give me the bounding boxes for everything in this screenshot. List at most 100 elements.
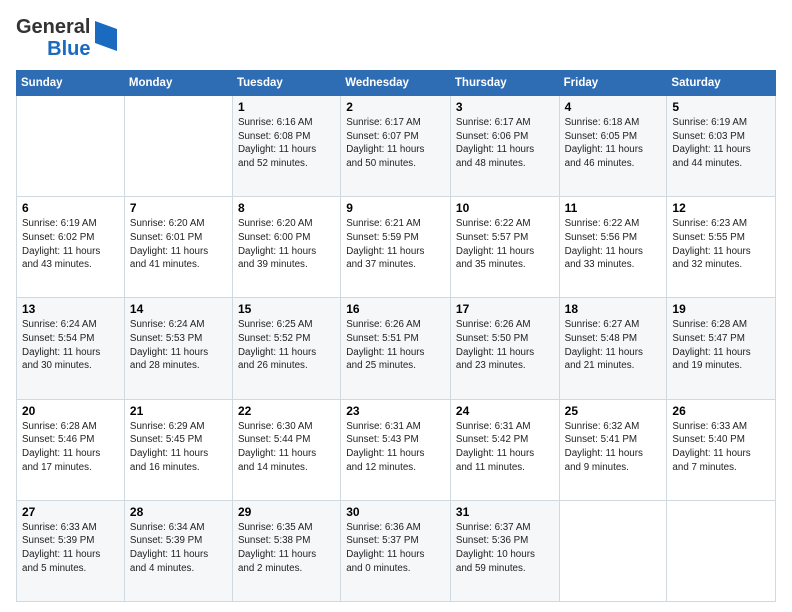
calendar-cell: 31 Sunrise: 6:37 AM Sunset: 5:36 PM Dayli… <box>450 500 559 601</box>
day-info: Sunrise: 6:17 AM Sunset: 6:07 PM Dayligh… <box>346 116 445 171</box>
day-info: Sunrise: 6:16 AM Sunset: 6:08 PM Dayligh… <box>238 116 335 171</box>
day-info: Sunrise: 6:24 AM Sunset: 5:53 PM Dayligh… <box>130 318 227 373</box>
calendar-cell: 7 Sunrise: 6:20 AM Sunset: 6:01 PM Daylig… <box>124 197 232 298</box>
calendar-cell: 30 Sunrise: 6:36 AM Sunset: 5:37 PM Dayli… <box>341 500 451 601</box>
day-info: Sunrise: 6:27 AM Sunset: 5:48 PM Dayligh… <box>565 318 662 373</box>
day-number: 24 <box>456 404 554 418</box>
logo: General Blue <box>16 16 117 60</box>
calendar-cell: 2 Sunrise: 6:17 AM Sunset: 6:07 PM Daylig… <box>341 96 451 197</box>
calendar-cell: 3 Sunrise: 6:17 AM Sunset: 6:06 PM Daylig… <box>450 96 559 197</box>
day-number: 2 <box>346 100 445 114</box>
calendar-table: SundayMondayTuesdayWednesdayThursdayFrid… <box>16 70 776 602</box>
day-number: 22 <box>238 404 335 418</box>
day-header-tuesday: Tuesday <box>232 71 340 96</box>
calendar-cell: 27Sunrise: 6:33 AM Sunset: 5:39 PM Dayli… <box>17 500 125 601</box>
day-info: Sunrise: 6:30 AM Sunset: 5:44 PM Dayligh… <box>238 420 335 475</box>
calendar-cell: 16 Sunrise: 6:26 AM Sunset: 5:51 PM Dayli… <box>341 298 451 399</box>
calendar-cell: 12 Sunrise: 6:23 AM Sunset: 5:55 PM Dayli… <box>667 197 776 298</box>
calendar-cell: 29 Sunrise: 6:35 AM Sunset: 5:38 PM Dayli… <box>232 500 340 601</box>
calendar-cell: 13Sunrise: 6:24 AM Sunset: 5:54 PM Dayli… <box>17 298 125 399</box>
day-number: 3 <box>456 100 554 114</box>
logo-blue: Blue <box>47 38 90 60</box>
day-number: 12 <box>672 201 770 215</box>
day-header-wednesday: Wednesday <box>341 71 451 96</box>
day-number: 16 <box>346 302 445 316</box>
logo-icon <box>95 21 117 56</box>
day-headers-row: SundayMondayTuesdayWednesdayThursdayFrid… <box>17 71 776 96</box>
week-row-4: 20 Sunrise: 6:28 AM Sunset: 5:46 PM Dayli… <box>17 399 776 500</box>
calendar-cell: 5Sunrise: 6:19 AM Sunset: 6:03 PM Daylig… <box>667 96 776 197</box>
calendar-cell <box>124 96 232 197</box>
week-row-2: 6 Sunrise: 6:19 AM Sunset: 6:02 PM Daylig… <box>17 197 776 298</box>
day-info: Sunrise: 6:36 AM Sunset: 5:37 PM Dayligh… <box>346 521 445 576</box>
calendar-cell <box>559 500 667 601</box>
calendar-cell: 23Sunrise: 6:31 AM Sunset: 5:43 PM Dayli… <box>341 399 451 500</box>
day-number: 10 <box>456 201 554 215</box>
day-info: Sunrise: 6:35 AM Sunset: 5:38 PM Dayligh… <box>238 521 335 576</box>
calendar-cell: 17 Sunrise: 6:26 AM Sunset: 5:50 PM Dayli… <box>450 298 559 399</box>
calendar-cell: 8 Sunrise: 6:20 AM Sunset: 6:00 PM Daylig… <box>232 197 340 298</box>
day-info: Sunrise: 6:20 AM Sunset: 6:01 PM Dayligh… <box>130 217 227 272</box>
day-header-monday: Monday <box>124 71 232 96</box>
day-info: Sunrise: 6:17 AM Sunset: 6:06 PM Dayligh… <box>456 116 554 171</box>
calendar-page: General Blue SundayMondayTuesdayWednesda… <box>0 0 792 612</box>
day-number: 29 <box>238 505 335 519</box>
week-row-5: 27Sunrise: 6:33 AM Sunset: 5:39 PM Dayli… <box>17 500 776 601</box>
calendar-cell: 15 Sunrise: 6:25 AM Sunset: 5:52 PM Dayli… <box>232 298 340 399</box>
day-number: 6 <box>22 201 119 215</box>
day-number: 31 <box>456 505 554 519</box>
day-info: Sunrise: 6:26 AM Sunset: 5:50 PM Dayligh… <box>456 318 554 373</box>
day-info: Sunrise: 6:23 AM Sunset: 5:55 PM Dayligh… <box>672 217 770 272</box>
calendar-cell: 9 Sunrise: 6:21 AM Sunset: 5:59 PM Daylig… <box>341 197 451 298</box>
day-info: Sunrise: 6:28 AM Sunset: 5:46 PM Dayligh… <box>22 420 119 475</box>
header: General Blue <box>16 16 776 60</box>
calendar-cell: 24 Sunrise: 6:31 AM Sunset: 5:42 PM Dayli… <box>450 399 559 500</box>
day-number: 25 <box>565 404 662 418</box>
calendar-cell: 28 Sunrise: 6:34 AM Sunset: 5:39 PM Dayli… <box>124 500 232 601</box>
day-number: 28 <box>130 505 227 519</box>
day-number: 23 <box>346 404 445 418</box>
week-row-1: 1 Sunrise: 6:16 AM Sunset: 6:08 PM Daylig… <box>17 96 776 197</box>
calendar-cell: 6 Sunrise: 6:19 AM Sunset: 6:02 PM Daylig… <box>17 197 125 298</box>
day-header-thursday: Thursday <box>450 71 559 96</box>
calendar-cell: 22 Sunrise: 6:30 AM Sunset: 5:44 PM Dayli… <box>232 399 340 500</box>
day-number: 30 <box>346 505 445 519</box>
day-info: Sunrise: 6:21 AM Sunset: 5:59 PM Dayligh… <box>346 217 445 272</box>
day-info: Sunrise: 6:20 AM Sunset: 6:00 PM Dayligh… <box>238 217 335 272</box>
day-info: Sunrise: 6:31 AM Sunset: 5:42 PM Dayligh… <box>456 420 554 475</box>
day-info: Sunrise: 6:18 AM Sunset: 6:05 PM Dayligh… <box>565 116 662 171</box>
calendar-cell: 11Sunrise: 6:22 AM Sunset: 5:56 PM Dayli… <box>559 197 667 298</box>
calendar-cell: 18Sunrise: 6:27 AM Sunset: 5:48 PM Dayli… <box>559 298 667 399</box>
day-info: Sunrise: 6:19 AM Sunset: 6:02 PM Dayligh… <box>22 217 119 272</box>
day-number: 7 <box>130 201 227 215</box>
week-row-3: 13Sunrise: 6:24 AM Sunset: 5:54 PM Dayli… <box>17 298 776 399</box>
day-number: 1 <box>238 100 335 114</box>
day-number: 14 <box>130 302 227 316</box>
day-number: 17 <box>456 302 554 316</box>
day-header-sunday: Sunday <box>17 71 125 96</box>
day-number: 20 <box>22 404 119 418</box>
day-header-friday: Friday <box>559 71 667 96</box>
day-info: Sunrise: 6:25 AM Sunset: 5:52 PM Dayligh… <box>238 318 335 373</box>
calendar-header: SundayMondayTuesdayWednesdayThursdayFrid… <box>17 71 776 96</box>
calendar-body: 1 Sunrise: 6:16 AM Sunset: 6:08 PM Daylig… <box>17 96 776 602</box>
day-info: Sunrise: 6:29 AM Sunset: 5:45 PM Dayligh… <box>130 420 227 475</box>
calendar-cell: 20 Sunrise: 6:28 AM Sunset: 5:46 PM Dayli… <box>17 399 125 500</box>
day-number: 8 <box>238 201 335 215</box>
day-info: Sunrise: 6:34 AM Sunset: 5:39 PM Dayligh… <box>130 521 227 576</box>
day-info: Sunrise: 6:28 AM Sunset: 5:47 PM Dayligh… <box>672 318 770 373</box>
day-number: 9 <box>346 201 445 215</box>
day-number: 4 <box>565 100 662 114</box>
day-info: Sunrise: 6:37 AM Sunset: 5:36 PM Dayligh… <box>456 521 554 576</box>
day-number: 26 <box>672 404 770 418</box>
day-number: 19 <box>672 302 770 316</box>
day-info: Sunrise: 6:19 AM Sunset: 6:03 PM Dayligh… <box>672 116 770 171</box>
day-info: Sunrise: 6:22 AM Sunset: 5:57 PM Dayligh… <box>456 217 554 272</box>
day-info: Sunrise: 6:26 AM Sunset: 5:51 PM Dayligh… <box>346 318 445 373</box>
day-number: 13 <box>22 302 119 316</box>
logo-general: General <box>16 16 90 38</box>
calendar-cell: 4 Sunrise: 6:18 AM Sunset: 6:05 PM Daylig… <box>559 96 667 197</box>
calendar-cell: 26Sunrise: 6:33 AM Sunset: 5:40 PM Dayli… <box>667 399 776 500</box>
day-number: 15 <box>238 302 335 316</box>
calendar-cell <box>17 96 125 197</box>
